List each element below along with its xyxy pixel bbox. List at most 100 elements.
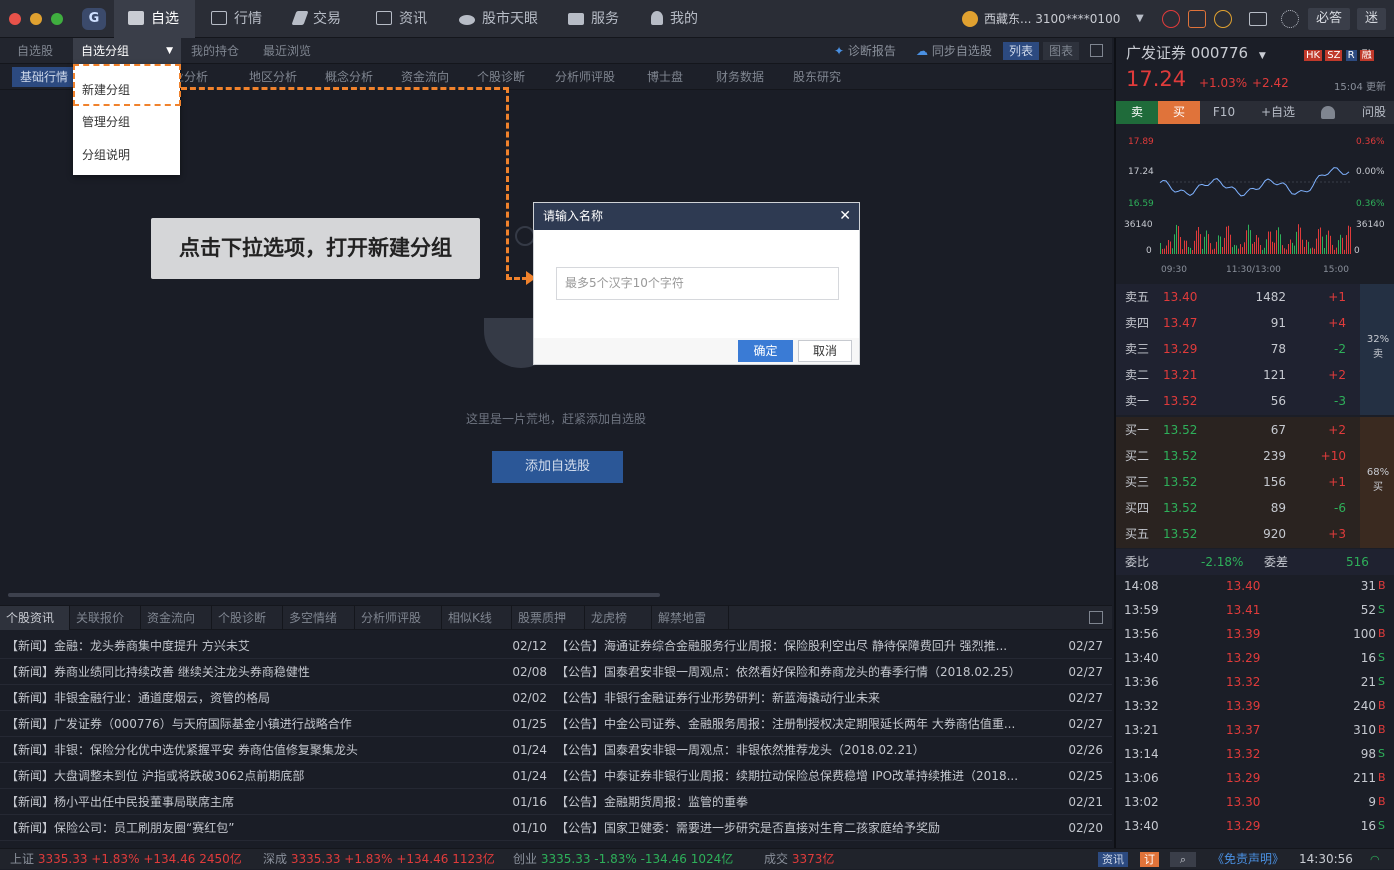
close-icon[interactable]: ✕ [839, 203, 851, 230]
account-avatar[interactable] [962, 11, 978, 27]
sell-button[interactable]: 卖 [1116, 101, 1158, 124]
nav-trade[interactable]: 交易 [291, 0, 341, 38]
sell-order-row[interactable]: 卖一 13.52 56 -3 [1116, 388, 1394, 414]
buy-order-row[interactable]: 买二 13.52 239 +10 [1116, 443, 1394, 469]
tab-sentiment[interactable]: 多空情绪 [283, 606, 355, 630]
volume-bar [1314, 248, 1315, 254]
tab-analyst-2[interactable]: 分析师评股 [355, 606, 442, 630]
news-status-button[interactable]: 资讯 [1098, 852, 1128, 867]
bidu-button[interactable]: 必答 [1308, 8, 1351, 30]
sync-watchlist-link[interactable]: ☁ 同步自选股 [908, 38, 1000, 64]
collapse-panel-icon[interactable] [1089, 611, 1103, 624]
news-item[interactable]: 【公告】国泰君安非银一周观点：非银依然推荐龙头（2018.02.21） [556, 737, 1052, 763]
bell-icon[interactable] [1321, 106, 1335, 119]
tab-doctor-board[interactable]: 博士盘 [647, 64, 683, 90]
empty-state-ornament [515, 226, 535, 246]
group-name-input[interactable]: 最多5个汉字10个字符 [556, 267, 839, 300]
tab-basic-quote[interactable]: 基础行情 [12, 67, 77, 87]
sell-order-row[interactable]: 卖五 13.40 1482 +1 [1116, 284, 1394, 310]
news-item[interactable]: 【新闻】金融：龙头券商集中度提升 方兴未艾 [6, 633, 496, 659]
nav-watchlist[interactable]: 自选 [114, 0, 195, 38]
nav-mine[interactable]: 我的 [651, 0, 698, 38]
window-minimize-button[interactable] [30, 13, 42, 25]
volume-bar [1218, 235, 1219, 254]
account-chevron-down-icon[interactable]: ▼ [1136, 0, 1144, 38]
nav-skyeye[interactable]: 股市天眼 [459, 0, 538, 38]
order-status-button[interactable]: 订 [1140, 852, 1159, 867]
tab-financials[interactable]: 财务数据 [716, 64, 764, 90]
tab-related-quotes[interactable]: 关联报价 [70, 606, 141, 630]
news-item[interactable]: 【公告】国家卫健委：需要进一步研究是否直接对生育二孩家庭给予奖励 [556, 815, 1052, 841]
tab-stock-news[interactable]: 个股资讯 [0, 606, 70, 630]
tab-dragon-tiger[interactable]: 龙虎榜 [585, 606, 652, 630]
order-volume: 156 [1263, 475, 1286, 489]
nav-market[interactable]: 行情 [211, 0, 262, 38]
menu-item-manage-groups[interactable]: 管理分组 [82, 113, 130, 130]
tab-capital-flow-2[interactable]: 资金流向 [141, 606, 212, 630]
list-view-toggle[interactable]: 列表 [1003, 42, 1040, 60]
buy-order-row[interactable]: 买一 13.52 67 +2 [1116, 417, 1394, 443]
index-sz[interactable]: 深成 3335.33 +1.83% +134.46 1123亿 [263, 849, 495, 870]
row-divider [0, 840, 1112, 841]
chart-view-toggle[interactable]: 图表 [1043, 42, 1080, 60]
window-close-button[interactable] [9, 13, 21, 25]
tab-watchlist-groups[interactable]: 自选分组 ▼ [73, 38, 181, 64]
mail-icon[interactable] [1249, 12, 1267, 26]
power-icon[interactable] [1162, 10, 1180, 28]
sell-order-row[interactable]: 卖二 13.21 121 +2 [1116, 362, 1394, 388]
horizontal-scrollbar[interactable] [8, 593, 660, 597]
news-item[interactable]: 【公告】中泰证券非银行业周报：续期拉动保险总保费稳增 IPO改革持续推进（201… [556, 763, 1052, 789]
nav-news[interactable]: 资讯 [376, 0, 427, 38]
disclaimer-link[interactable]: 《免责声明》 [1212, 849, 1284, 870]
stock-title[interactable]: 广发证券 000776 ▼ [1126, 42, 1266, 63]
sell-order-row[interactable]: 卖四 13.47 91 +4 [1116, 310, 1394, 336]
tab-unlock-risk[interactable]: 解禁地雷 [652, 606, 729, 630]
tab-recent[interactable]: 最近浏览 [255, 38, 319, 64]
add-stock-button[interactable]: 添加自选股 [492, 451, 623, 483]
f10-button[interactable]: F10 [1204, 101, 1244, 124]
news-item[interactable]: 【新闻】广发证券（000776）与天府国际基金小镇进行战略合作 [6, 711, 496, 737]
news-item[interactable]: 【公告】金融期货周报：监管的重拳 [556, 789, 1052, 815]
tab-analyst-rating[interactable]: 分析师评股 [555, 64, 615, 90]
window-maximize-button[interactable] [51, 13, 63, 25]
news-item[interactable]: 【新闻】券商业绩同比持续改善 继续关注龙头券商稳健性 [6, 659, 496, 685]
cancel-button[interactable]: 取消 [798, 340, 852, 362]
panel-toggle-icon[interactable] [1090, 44, 1103, 57]
search-icon[interactable]: ⌕ [1170, 852, 1196, 867]
buy-button[interactable]: 买 [1158, 101, 1200, 124]
buy-order-row[interactable]: 买四 13.52 89 -6 [1116, 495, 1394, 521]
nav-service[interactable]: 服务 [568, 0, 619, 38]
news-item[interactable]: 【新闻】保险公司：员工刷朋友圈“赛红包” [6, 815, 496, 841]
news-item[interactable]: 【新闻】大盘调整未到位 沪指或将跌破3062点前期底部 [6, 763, 496, 789]
tab-shareholders[interactable]: 股东研究 [793, 64, 841, 90]
news-item[interactable]: 【新闻】非银：保险分化优中选优紧握平安 券商估值修复聚集龙头 [6, 737, 496, 763]
news-item[interactable]: 【公告】国泰君安非银一周观点：依然看好保险和券商龙头的春季行情（2018.02.… [556, 659, 1052, 685]
ask-stock-button[interactable]: 问股 [1352, 101, 1394, 124]
lock-icon[interactable] [1188, 10, 1206, 28]
buy-order-row[interactable]: 买三 13.52 156 +1 [1116, 469, 1394, 495]
tab-diagnosis-2[interactable]: 个股诊断 [212, 606, 283, 630]
menu-item-group-help[interactable]: 分组说明 [82, 146, 130, 163]
gear-icon[interactable] [1281, 10, 1299, 28]
news-item[interactable]: 【公告】非银行金融证券行业形势研判：新蓝海撬动行业未来 [556, 685, 1052, 711]
news-item[interactable]: 【新闻】非银金融行业：通道度烟云，资管的格局 [6, 685, 496, 711]
news-item[interactable]: 【公告】海通证券综合金融服务行业周报：保险股利空出尽 静待保障费回升 强烈推..… [556, 633, 1052, 659]
tab-watchlist[interactable]: 自选股 [9, 38, 61, 64]
account-selector[interactable]: 西藏东... 3100****0100 [984, 0, 1120, 38]
intraday-chart[interactable]: 17.89 17.24 16.59 0.36% 0.00% 0.36% 3614… [1116, 124, 1394, 282]
confirm-button[interactable]: 确定 [738, 340, 793, 362]
diagnose-report-link[interactable]: ✦ 诊断报告 [826, 38, 904, 64]
add-watchlist-button[interactable]: +自选 [1248, 101, 1308, 124]
tab-holdings[interactable]: 我的持仓 [183, 38, 247, 64]
news-item[interactable]: 【新闻】杨小平出任中民投董事局联席主席 [6, 789, 496, 815]
tab-pledge[interactable]: 股票质押 [512, 606, 585, 630]
order-change: +2 [1328, 368, 1346, 382]
buy-order-row[interactable]: 买五 13.52 920 +3 [1116, 521, 1394, 547]
news-item[interactable]: 【公告】中金公司证券、金融服务周报：注册制授权决定期限延长两年 大券商估值重..… [556, 711, 1052, 737]
index-cy[interactable]: 创业 3335.33 -1.83% -134.46 1024亿 [513, 849, 733, 870]
tab-similar-kline[interactable]: 相似K线 [442, 606, 512, 630]
sell-order-row[interactable]: 卖三 13.29 78 -2 [1116, 336, 1394, 362]
index-sh[interactable]: 上证 3335.33 +1.83% +134.46 2450亿 [10, 849, 242, 870]
coin-icon[interactable] [1214, 10, 1232, 28]
mi-button[interactable]: 迷 [1357, 8, 1387, 30]
